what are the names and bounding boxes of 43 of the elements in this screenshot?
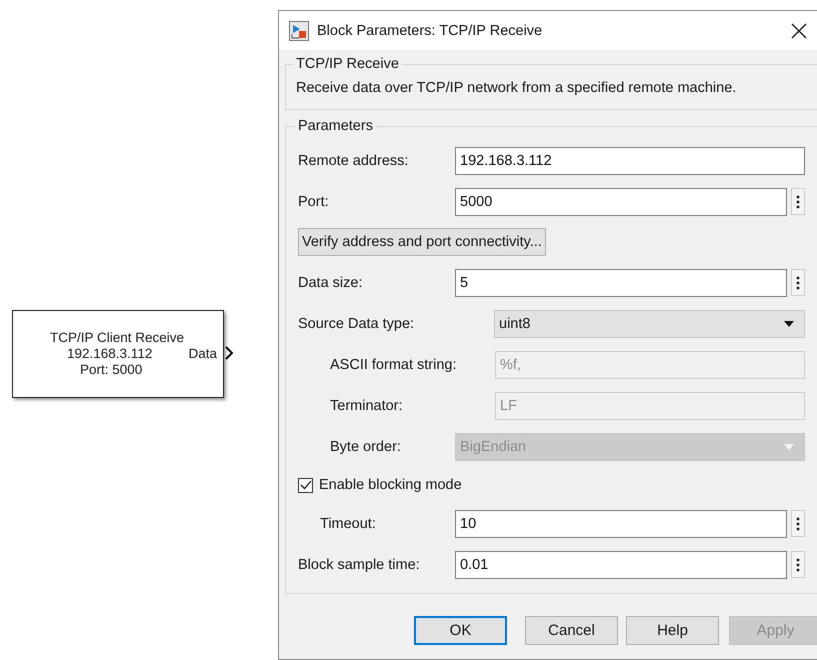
input-field[interactable]: 5	[455, 268, 787, 296]
description-text: Receive data over TCP/IP network from a specified remote machine.	[296, 79, 738, 98]
field-label: Byte order:	[330, 438, 402, 454]
vertical-dots-icon	[796, 276, 800, 290]
more-button[interactable]	[791, 269, 805, 296]
caret-icon	[784, 444, 794, 450]
vertical-dots-icon	[796, 516, 800, 530]
window-title: Block Parameters: TCP/IP Receive	[317, 22, 544, 38]
caret-icon	[784, 320, 794, 326]
field-label: Block sample time:	[298, 556, 421, 572]
group-title: Parameters	[297, 118, 374, 134]
more-button[interactable]	[791, 188, 805, 215]
dialog-button[interactable]: Help	[626, 616, 719, 645]
input-field[interactable]: 5000	[455, 188, 787, 216]
input-field[interactable]: 192.168.3.112	[455, 146, 805, 174]
more-button[interactable]	[791, 551, 805, 578]
group-title: TCP/IP Receive	[295, 56, 400, 72]
block-port: Port: 5000	[79, 362, 144, 378]
field-label: Terminator:	[330, 398, 404, 414]
more-button[interactable]	[791, 510, 805, 537]
field-label: Timeout:	[320, 516, 377, 532]
close-icon	[791, 22, 807, 38]
input-field[interactable]: 10	[455, 510, 787, 538]
block-title: TCP/IP Client Receive	[49, 330, 186, 346]
dialog-button[interactable]: Cancel	[525, 616, 618, 645]
vertical-dots-icon	[796, 558, 800, 572]
vertical-dots-icon	[796, 194, 800, 208]
verify-button[interactable]: Verify address and port connectivity...	[298, 228, 546, 256]
checkbox-label: Enable blocking mode	[319, 477, 462, 493]
output-port-icon	[225, 346, 233, 360]
checkmark-icon	[300, 480, 312, 490]
dialog-button[interactable]: OK	[414, 616, 507, 645]
block-icon	[289, 20, 309, 40]
input-field[interactable]: 0.01	[455, 550, 787, 578]
checkbox[interactable]	[298, 478, 313, 492]
field-label: Remote address:	[298, 152, 410, 168]
field-label: ASCII format string:	[330, 356, 458, 372]
dropdown[interactable]: uint8	[494, 310, 805, 338]
field-label: Source Data type:	[298, 316, 416, 332]
field-label: Data size:	[298, 274, 364, 290]
port-label: Data	[188, 346, 217, 362]
field-label: Port:	[298, 194, 330, 210]
block-address: 192.168.3.112	[67, 346, 152, 362]
